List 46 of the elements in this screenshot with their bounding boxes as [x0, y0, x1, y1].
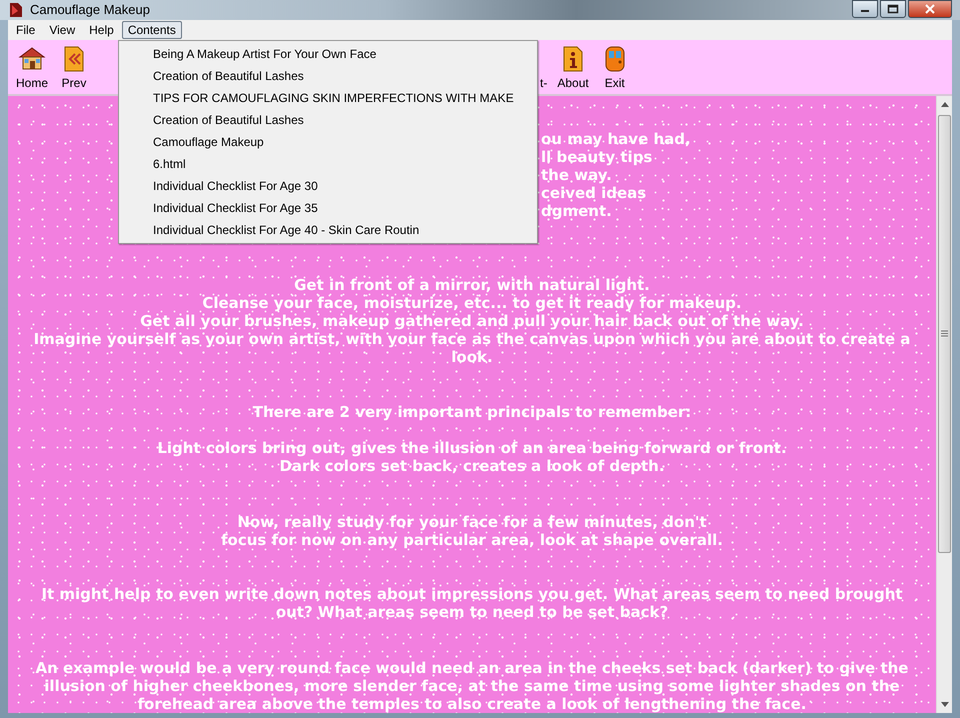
text-line: ceived ideas	[541, 184, 648, 202]
toolbar-button[interactable]: Exit	[594, 44, 635, 90]
scrollbar[interactable]	[936, 96, 952, 712]
house-icon	[18, 44, 46, 72]
toolbar-button[interactable]: Home	[10, 44, 54, 90]
menu-item[interactable]: Help	[83, 20, 120, 38]
scroll-thumb[interactable]	[938, 114, 951, 552]
toolbar-button[interactable]: t-	[540, 76, 552, 90]
text-line: Imagine yourself as your own artist, with your face as the canvas upon which you are about to create a look.	[32, 330, 912, 366]
menu-item[interactable]: Individual Checklist For Age 30	[121, 174, 535, 196]
text-line: Get all your brushes, makeup gathered and pull your hair back out of the way.	[139, 312, 805, 330]
text-line: It might help to even write down notes about impressions you get. What areas seem to need brought out? What areas seem to need to be set back?	[40, 584, 904, 620]
menu-item[interactable]: Camouflage Makeup	[121, 130, 535, 152]
maximize-button[interactable]	[880, 0, 906, 18]
text-line: Dark colors set back, creates a look of depth.	[278, 456, 666, 474]
menu-item[interactable]: Being A Makeup Artist For Your Own Face	[121, 42, 535, 64]
close-icon	[924, 4, 936, 14]
toolbar-button[interactable]: Prev	[54, 44, 94, 90]
text-line: the way.	[541, 166, 613, 184]
toolbar-button[interactable]: About	[551, 44, 595, 90]
menu-item[interactable]: File	[10, 20, 42, 38]
window-title: Camouflage Makeup	[30, 1, 150, 19]
app-icon	[8, 2, 24, 18]
menu-item[interactable]: Individual Checklist For Age 40 - Skin Care Routin	[121, 218, 535, 240]
text-line: ll beauty tips	[541, 148, 654, 166]
menu-item[interactable]: Creation of Beautiful Lashes	[121, 64, 535, 86]
text-line: An example would be a very round face would need an area in the cheeks set back (darker) to give the illusion of higher cheekbones, more slender face, at the same time using some lighter shades on the forehead area above the temples to also create a look of lengthening the face.	[34, 658, 910, 712]
menu-item[interactable]: Contents	[122, 20, 182, 38]
text-line: Cleanse your face, moisturize, etc... to get it ready for makeup.	[201, 294, 743, 312]
scroll-up-icon[interactable]	[940, 102, 948, 106]
maximize-icon	[887, 4, 899, 14]
text-line: dgment.	[541, 202, 613, 220]
text-line: Now, really study for your face for a few minutes, don't	[236, 512, 708, 530]
text-line: There are 2 very important principals to remember:	[252, 402, 692, 420]
menu-item[interactable]: Individual Checklist For Age 35	[121, 196, 535, 218]
text-line: Get in front of a mirror, with natural light.	[293, 276, 651, 294]
menu-item[interactable]: TIPS FOR CAMOUFLAGING SKIN IMPERFECTIONS WITH MAKE	[121, 86, 535, 108]
menu-item[interactable]: Creation of Beautiful Lashes	[121, 108, 535, 130]
minimize-button[interactable]	[852, 0, 878, 18]
text-line: focus for now on any particular area, look at shape overall.	[220, 530, 724, 548]
text-line: Light colors bring out, gives the illusion of an area being forward or front.	[156, 438, 788, 456]
menu-item[interactable]: 6.html	[121, 152, 535, 174]
scroll-down-icon[interactable]	[940, 702, 948, 706]
text-line: ou may have had,	[541, 130, 692, 148]
menu-item[interactable]: View	[43, 20, 82, 38]
close-button[interactable]	[908, 0, 952, 18]
